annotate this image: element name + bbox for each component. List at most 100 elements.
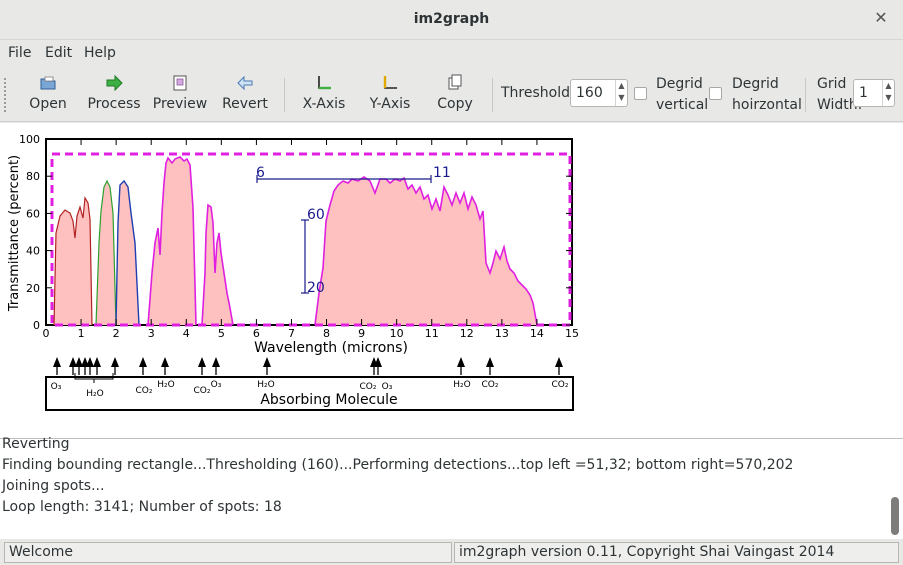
scrollbar-thumb[interactable] bbox=[891, 497, 899, 535]
x-tick-label: 4 bbox=[183, 327, 190, 340]
x-tick-label: 0 bbox=[43, 327, 50, 340]
copy-label: Copy bbox=[437, 96, 473, 112]
toolbar: Open Process Preview Revert X-Axis Y-Axi… bbox=[0, 68, 903, 122]
calib-x-start: 6 bbox=[256, 165, 265, 181]
copy-icon bbox=[448, 74, 462, 90]
log-scrollbar[interactable] bbox=[890, 439, 900, 540]
x-tick-label: 5 bbox=[218, 327, 225, 340]
molecule-label: CO₂ bbox=[360, 382, 377, 392]
y-tick-label: 20 bbox=[26, 282, 40, 295]
molecule-label: H₂O bbox=[86, 389, 103, 399]
status-right: im2graph version 0.11, Copyright Shai Va… bbox=[454, 542, 899, 563]
log-line: Joining spots... bbox=[2, 478, 105, 494]
x-tick-label: 12 bbox=[460, 327, 474, 340]
absorption-arrows bbox=[53, 357, 563, 375]
toolbar-separator bbox=[284, 78, 285, 112]
molecule-label: H₂O bbox=[453, 380, 470, 390]
x-tick-label: 9 bbox=[358, 327, 365, 340]
x-tick-label: 2 bbox=[113, 327, 120, 340]
log-line: Reverting bbox=[2, 436, 70, 452]
x-tick-label: 1 bbox=[78, 327, 85, 340]
x-axis-label: X-Axis bbox=[302, 96, 346, 112]
molecule-label: CO₂ bbox=[552, 380, 569, 390]
x-tick-label: 6 bbox=[253, 327, 260, 340]
x-tick-label: 10 bbox=[390, 327, 404, 340]
x-tick-label: 13 bbox=[495, 327, 509, 340]
molecule-label: CO₂ bbox=[482, 380, 499, 390]
process-label: Process bbox=[87, 96, 141, 112]
threshold-value: 160 bbox=[576, 85, 603, 101]
y-tick-label: 80 bbox=[26, 170, 40, 183]
y-tick-label: 0 bbox=[33, 319, 40, 332]
toolbar-separator bbox=[805, 78, 806, 112]
process-button[interactable]: Process bbox=[84, 72, 144, 118]
spin-arrows-icon[interactable]: ▲ ▼ bbox=[882, 80, 894, 106]
calib-y-bottom: 20 bbox=[307, 280, 325, 296]
grid-width-spinbox[interactable]: 1 ▲ ▼ bbox=[853, 79, 895, 107]
log-line: Loop length: 3141; Number of spots: 18 bbox=[2, 499, 282, 515]
preview-button[interactable]: Preview bbox=[150, 72, 210, 118]
y-tick-label: 60 bbox=[26, 207, 40, 220]
revert-button[interactable]: Revert bbox=[218, 72, 272, 118]
y-tick-label: 100 bbox=[19, 133, 40, 146]
y-axis-button[interactable]: Y-Axis bbox=[362, 72, 418, 118]
calib-y-top: 60 bbox=[307, 207, 325, 223]
back-arrow-icon bbox=[237, 75, 253, 91]
degrid-vertical-label: Degrid bbox=[656, 76, 703, 92]
log-line: Finding bounding rectangle...Thresholdin… bbox=[2, 457, 794, 473]
preview-icon bbox=[173, 75, 187, 91]
y-axis-label: Y-Axis bbox=[369, 96, 411, 112]
x-tick-label: 11 bbox=[425, 327, 439, 340]
forward-arrow-icon bbox=[106, 74, 123, 92]
copy-button[interactable]: Copy bbox=[432, 72, 478, 118]
degrid-horizontal-label-2: hoirzontal bbox=[732, 97, 802, 113]
degrid-vertical-checkbox[interactable] bbox=[634, 87, 647, 100]
title-bar: im2graph ✕ bbox=[0, 0, 903, 40]
molecule-label: O₃ bbox=[51, 382, 62, 392]
menu-bar: File Edit Help bbox=[0, 40, 903, 68]
spin-arrows-icon[interactable]: ▲ ▼ bbox=[615, 80, 627, 106]
spectrum-image[interactable]: 6 11 60 20 100806040200 0 1 2 3 4 5 6 7 8 9 10 11 12… bbox=[0, 123, 903, 438]
degrid-vertical-label-2: vertical bbox=[656, 97, 709, 113]
x-tick-label: 8 bbox=[323, 327, 330, 340]
y-axis-title: Transmittance (percent) bbox=[7, 155, 22, 312]
molecule-label: H₂O bbox=[257, 380, 274, 390]
open-folder-icon bbox=[40, 76, 56, 90]
x-axis-button[interactable]: X-Axis bbox=[296, 72, 352, 118]
molecule-label: CO₂ bbox=[194, 386, 211, 396]
degrid-horizontal-label: Degrid bbox=[732, 76, 779, 92]
open-label: Open bbox=[29, 96, 67, 112]
threshold-label: Threshold: bbox=[501, 85, 575, 101]
window-title: im2graph bbox=[413, 11, 490, 27]
status-left: Welcome bbox=[4, 542, 452, 563]
molecule-label: O₃ bbox=[211, 380, 222, 390]
calib-x-end: 11 bbox=[433, 165, 451, 181]
x-axis-icon bbox=[318, 76, 331, 90]
revert-label: Revert bbox=[222, 96, 268, 112]
x-tick-label: 15 bbox=[565, 327, 579, 340]
toolbar-separator bbox=[492, 78, 493, 112]
log-panel[interactable]: Reverting Finding bounding rectangle...T… bbox=[0, 436, 903, 540]
x-tick-label: 3 bbox=[148, 327, 155, 340]
close-icon[interactable]: ✕ bbox=[873, 10, 889, 26]
y-tick-label: 40 bbox=[26, 245, 40, 258]
molecule-label: CO₂ bbox=[136, 386, 153, 396]
menu-file[interactable]: File bbox=[8, 45, 31, 61]
open-button[interactable]: Open bbox=[22, 72, 74, 118]
degrid-horizontal-checkbox[interactable] bbox=[709, 87, 722, 100]
image-canvas[interactable]: 6 11 60 20 100 80 60 40 20 0 0 1 2 3 4 5 6 7 8 9 10 11 12… bbox=[0, 123, 903, 438]
x-axis-title: Wavelength (microns) bbox=[254, 340, 408, 356]
preview-label: Preview bbox=[152, 96, 208, 112]
menu-help[interactable]: Help bbox=[84, 45, 116, 61]
molecule-label: O₃ bbox=[382, 382, 393, 392]
toolbar-grip[interactable] bbox=[4, 78, 7, 112]
molecule-label: H₂O bbox=[157, 380, 174, 390]
x-tick-label: 7 bbox=[288, 327, 295, 340]
menu-edit[interactable]: Edit bbox=[45, 45, 72, 61]
y-axis-icon bbox=[383, 76, 397, 89]
grid-width-label: Grid bbox=[817, 76, 847, 92]
threshold-spinbox[interactable]: 160 ▲ ▼ bbox=[570, 79, 628, 107]
x-tick-label: 14 bbox=[530, 327, 544, 340]
grid-width-value: 1 bbox=[859, 85, 868, 101]
status-bar: Welcome im2graph version 0.11, Copyright… bbox=[0, 540, 903, 565]
